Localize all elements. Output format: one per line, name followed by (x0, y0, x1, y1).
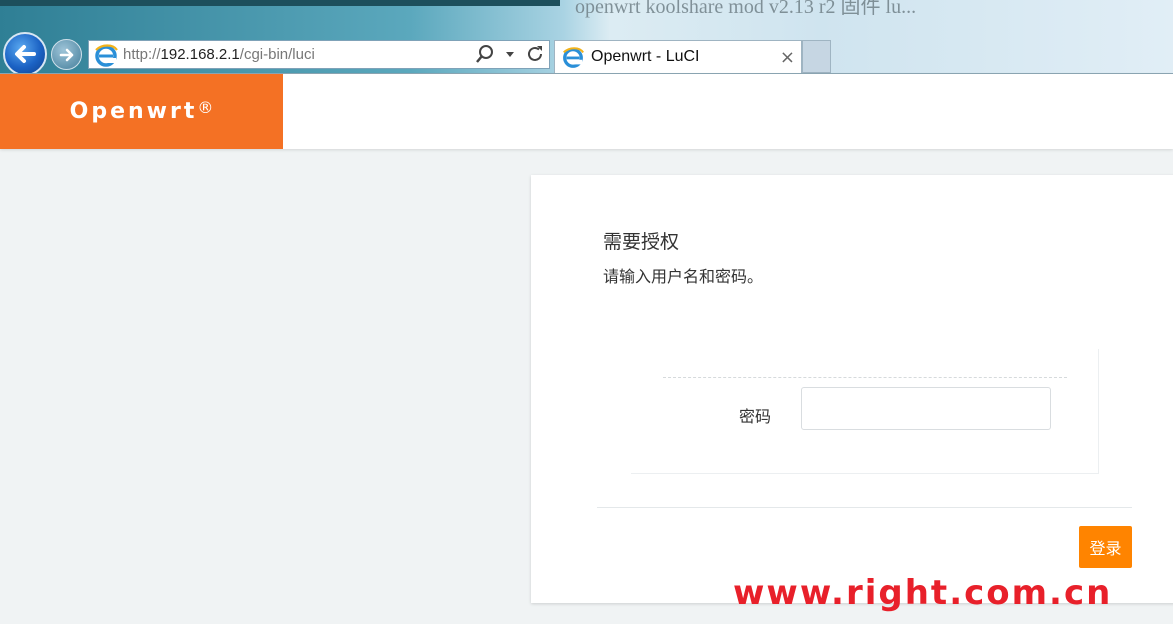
new-tab-button[interactable] (802, 40, 831, 73)
login-title: 需要授权 (603, 231, 680, 253)
password-label: 密码 (739, 407, 772, 426)
back-button[interactable] (3, 32, 47, 73)
address-url[interactable]: http://192.168.2.1/cgi-bin/luci (123, 46, 315, 63)
page-header: Openwrt ® (0, 74, 1173, 149)
browser-tab-active[interactable]: Openwrt - LuCI × (554, 40, 802, 73)
address-bar[interactable]: http://192.168.2.1/cgi-bin/luci (88, 40, 550, 69)
refresh-icon[interactable] (525, 44, 545, 64)
tab-title: Openwrt - LuCI (591, 48, 700, 65)
ie-icon (95, 43, 118, 67)
forward-button[interactable] (51, 39, 82, 70)
dropdown-icon[interactable] (505, 49, 515, 59)
site-watermark: www.right.com.cn (733, 573, 1113, 613)
search-icon[interactable] (475, 44, 495, 64)
titlebar-strip (0, 0, 560, 6)
browser-chrome: openwrt koolshare mod v2.13 r2 固件 lu... … (0, 0, 1173, 74)
back-icon (15, 45, 36, 63)
background-window-text: openwrt koolshare mod v2.13 r2 固件 lu... (575, 0, 917, 18)
brand-name: Openwrt (69, 99, 198, 124)
ie-icon (563, 47, 584, 68)
address-tools (475, 44, 545, 64)
close-icon[interactable]: × (780, 47, 795, 68)
brand-logo[interactable]: Openwrt ® (0, 74, 283, 149)
field-separator (663, 377, 1067, 378)
login-description: 请输入用户名和密码。 (603, 267, 764, 286)
registered-mark: ® (197, 98, 214, 117)
address-host: 192.168.2.1 (160, 46, 240, 63)
login-button[interactable]: 登录 (1079, 526, 1132, 568)
forward-icon (59, 48, 73, 61)
password-input[interactable] (801, 387, 1051, 430)
login-fields: 密码 (631, 349, 1099, 474)
login-card: 需要授权 请输入用户名和密码。 密码 登录 (531, 175, 1173, 603)
login-fieldset: 密码 (597, 307, 1132, 508)
